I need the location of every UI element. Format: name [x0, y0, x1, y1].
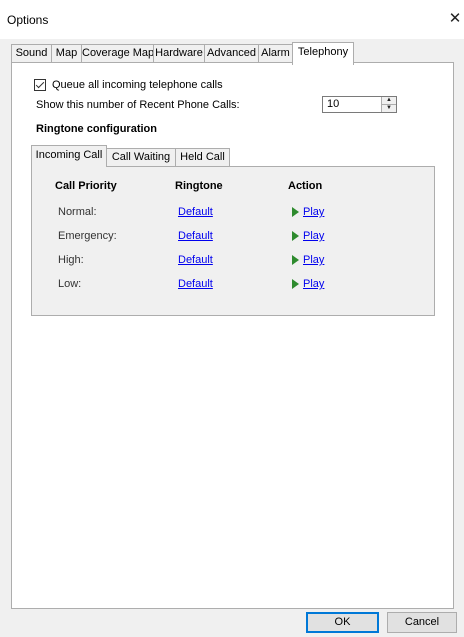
ringtone-link-high[interactable]: Default	[178, 254, 213, 266]
play-link-high[interactable]: Play	[303, 254, 324, 266]
tab-incoming-call[interactable]: Incoming Call	[31, 145, 107, 167]
column-header-action: Action	[288, 180, 323, 192]
spin-down-icon[interactable]: ▼	[382, 105, 396, 112]
ringtone-link-normal[interactable]: Default	[178, 206, 213, 218]
play-icon[interactable]	[292, 279, 299, 289]
play-link-low[interactable]: Play	[303, 278, 324, 290]
play-link-emergency[interactable]: Play	[303, 230, 324, 242]
play-icon[interactable]	[292, 231, 299, 241]
cancel-button[interactable]: Cancel	[387, 612, 457, 633]
recent-calls-spinner[interactable]: 10 ▲ ▼	[322, 96, 397, 113]
priority-label-low: Low:	[58, 278, 82, 290]
tab-advanced[interactable]: Advanced	[204, 44, 259, 63]
play-icon[interactable]	[292, 255, 299, 265]
column-header-priority: Call Priority	[55, 180, 117, 192]
title-bar: Options ✕	[0, 0, 464, 39]
tab-held-call[interactable]: Held Call	[175, 148, 230, 166]
window-title: Options	[7, 13, 49, 27]
close-icon[interactable]: ✕	[446, 9, 464, 29]
tab-call-waiting[interactable]: Call Waiting	[106, 148, 176, 166]
play-icon[interactable]	[292, 207, 299, 217]
priority-label-normal: Normal:	[58, 206, 97, 218]
ringtone-config-header: Ringtone configuration	[36, 123, 157, 135]
ok-button[interactable]: OK	[306, 612, 379, 633]
queue-calls-label: Queue all incoming telephone calls	[52, 79, 223, 91]
spin-updown-icon[interactable]: ▲ ▼	[381, 97, 396, 112]
recent-calls-label: Show this number of Recent Phone Calls:	[36, 99, 240, 111]
spin-up-icon[interactable]: ▲	[382, 97, 396, 105]
priority-label-high: High:	[58, 254, 84, 266]
tab-map[interactable]: Map	[51, 44, 82, 63]
queue-calls-checkbox[interactable]	[34, 79, 46, 91]
tab-alarm[interactable]: Alarm	[258, 44, 293, 63]
column-header-ringtone: Ringtone	[175, 180, 223, 192]
play-link-normal[interactable]: Play	[303, 206, 324, 218]
ringtone-link-low[interactable]: Default	[178, 278, 213, 290]
priority-label-emergency: Emergency:	[58, 230, 117, 242]
tab-coverage-map[interactable]: Coverage Map	[81, 44, 154, 63]
tab-hardware[interactable]: Hardware	[153, 44, 205, 63]
ringtone-link-emergency[interactable]: Default	[178, 230, 213, 242]
tab-sound[interactable]: Sound	[11, 44, 52, 63]
recent-calls-value[interactable]: 10	[327, 98, 339, 110]
tab-telephony[interactable]: Telephony	[292, 42, 354, 65]
